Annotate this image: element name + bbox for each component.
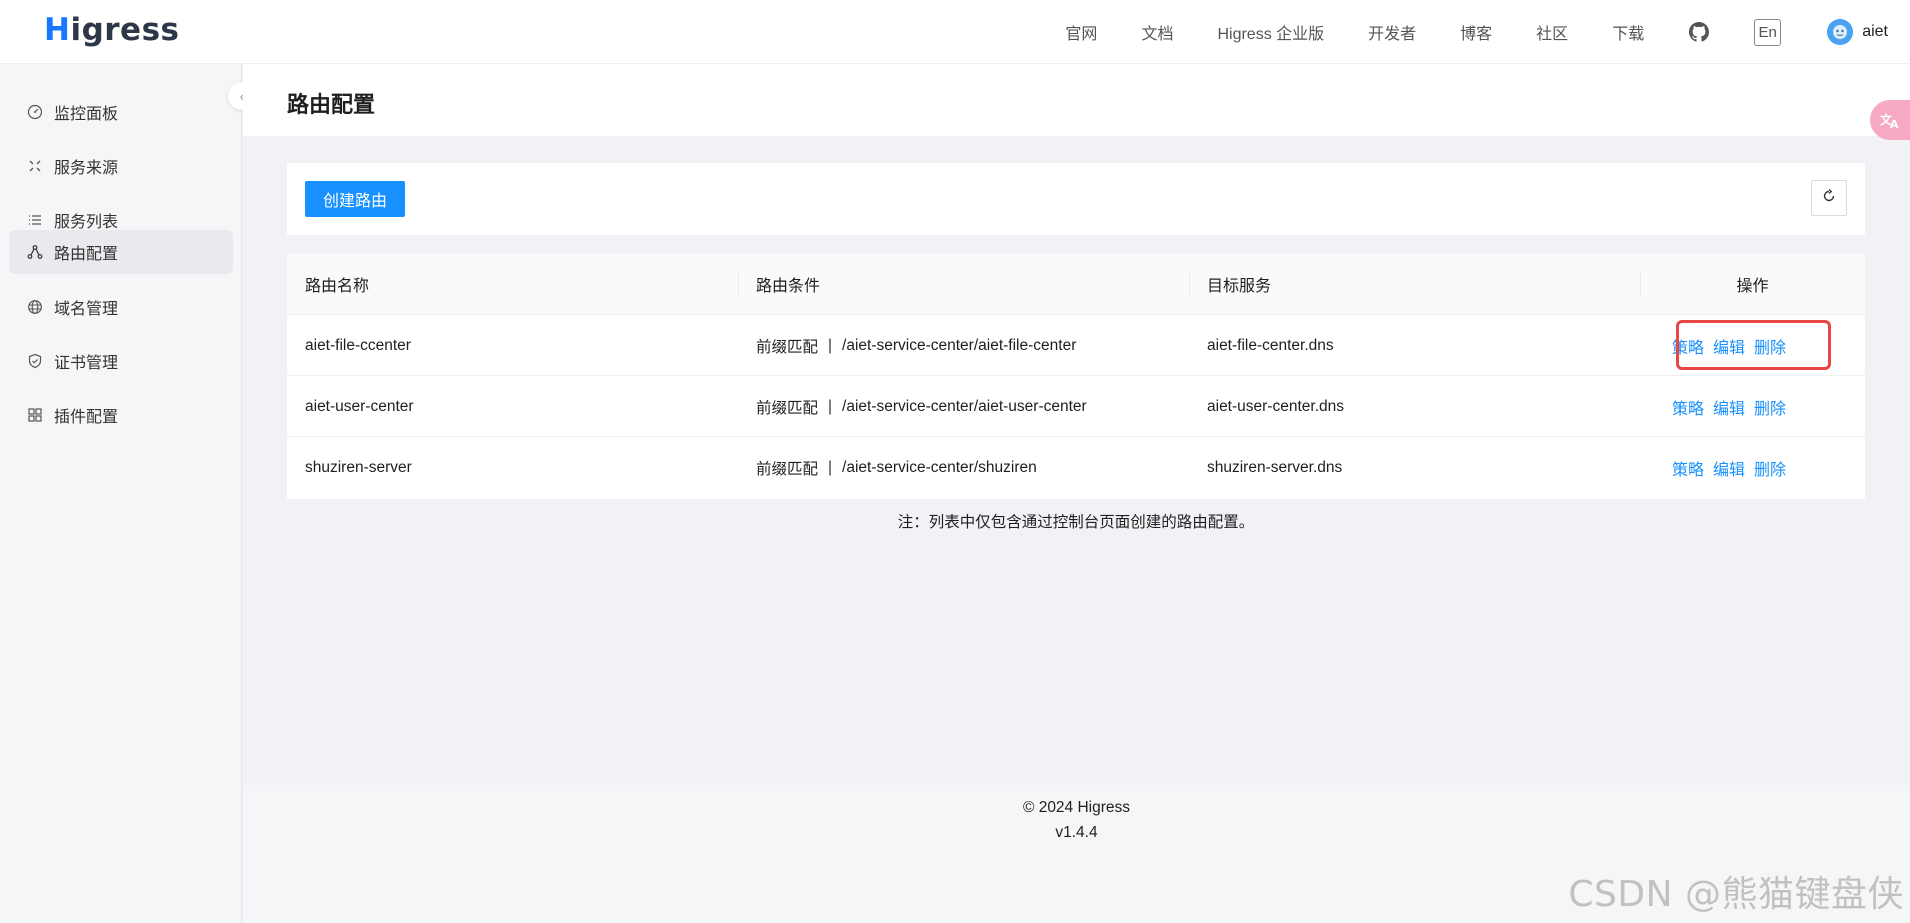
column-header-route-condition: 路由条件 [756,278,821,295]
delete-link[interactable]: 删除 [1754,334,1786,358]
version-text: v1.4.4 [1055,824,1098,841]
nav-developers[interactable]: 开发者 [1368,20,1416,44]
table-header: 路由名称 路由条件 目标服务 操作 [287,253,1865,315]
sidebar-item-domain[interactable]: 域名管理 [9,285,233,329]
nav-docs[interactable]: 文档 [1141,20,1173,44]
policy-link[interactable]: 策略 [1672,395,1704,419]
nav-official-site[interactable]: 官网 [1065,20,1097,44]
sidebar-item-plugin[interactable]: 插件配置 [9,393,233,437]
target-service-cell: shuziren-server.dns [1207,458,1343,476]
row-actions: 策略 编辑 删除 [1672,437,1795,498]
match-path: /aiet-service-center/shuziren [842,458,1037,476]
page-header: 路由配置 [243,64,1910,136]
shield-icon [27,353,43,369]
match-type: 前缀匹配 [756,338,819,356]
table-row: aiet-user-center 前缀匹配 | /aiet-service-cent… [287,376,1865,437]
refresh-icon [1821,188,1837,209]
route-table: 路由名称 路由条件 目标服务 操作 aiet-file-ccenter 前缀匹配… [287,253,1865,499]
route-icon [27,244,43,260]
sidebar-item-dashboard[interactable]: 监控面板 [9,90,233,134]
delete-link[interactable]: 删除 [1754,395,1786,419]
nav-enterprise[interactable]: Higress 企业版 [1217,20,1324,44]
sidebar-item-service-source[interactable]: 服务来源 [9,144,233,188]
list-icon [27,212,43,228]
user-name: aiet [1862,23,1888,40]
condition-separator: | [828,458,833,476]
top-nav: 官网 文档 Higress 企业版 开发者 博客 社区 下载 En aiet [1021,0,1888,64]
column-header-target-service: 目标服务 [1207,278,1272,295]
nav-community[interactable]: 社区 [1536,20,1568,44]
route-condition-cell: 前缀匹配 | /aiet-service-center/aiet-file-cent… [738,315,1076,376]
target-service-cell: aiet-user-center.dns [1207,397,1344,415]
avatar [1827,19,1854,45]
nav-download[interactable]: 下载 [1612,20,1644,44]
route-name-cell: aiet-file-ccenter [305,336,411,354]
route-condition-cell: 前缀匹配 | /aiet-service-center/shuziren [738,437,1037,498]
translate-icon[interactable]: 文A [1870,100,1910,140]
column-header-actions: 操作 [1736,278,1769,295]
table-row: aiet-file-ccenter 前缀匹配 | /aiet-service-cen… [287,315,1865,376]
sidebar-item-label: 插件配置 [54,409,119,426]
higress-logo[interactable]: Higress [44,12,180,48]
create-route-button[interactable]: 创建路由 [305,181,405,217]
route-name-cell: aiet-user-center [305,397,414,415]
sidebar: 监控面板 服务来源 服务列表 路由配置 域名管理 证书管理 插件配置 [0,64,242,923]
row-actions: 策略 编辑 删除 [1672,376,1795,437]
sidebar-item-certificate[interactable]: 证书管理 [9,339,233,383]
policy-link[interactable]: 策略 [1672,456,1704,480]
github-icon[interactable] [1688,21,1710,43]
sidebar-item-route-config[interactable]: 路由配置 [9,230,233,274]
sidebar-item-label: 服务来源 [54,160,119,177]
top-header: Higress 官网 文档 Higress 企业版 开发者 博客 社区 下载 E… [0,0,1910,64]
policy-link[interactable]: 策略 [1672,334,1704,358]
svg-text:A: A [1890,118,1899,131]
user-menu[interactable]: aiet [1827,19,1888,45]
sidebar-item-label: 域名管理 [54,301,119,318]
toolbar: 创建路由 [287,163,1865,235]
language-toggle[interactable]: En [1754,18,1782,46]
delete-link[interactable]: 删除 [1754,456,1786,480]
source-icon [27,158,43,174]
copyright-text: © 2024 Higress [1022,799,1131,816]
match-type: 前缀匹配 [756,460,819,478]
match-path: /aiet-service-center/aiet-file-center [842,336,1077,354]
route-condition-cell: 前缀匹配 | /aiet-service-center/aiet-user-cent… [738,376,1087,437]
csdn-watermark: CSDN @熊猫键盘侠 [1568,874,1904,915]
refresh-button[interactable] [1811,180,1847,216]
edit-link[interactable]: 编辑 [1713,334,1745,358]
dashboard-icon [27,104,43,120]
nav-blog[interactable]: 博客 [1460,20,1492,44]
row-actions: 策略 编辑 删除 [1672,315,1795,376]
column-header-route-name: 路由名称 [305,278,370,295]
route-name-cell: shuziren-server [305,458,412,476]
globe-icon [27,299,43,315]
match-type: 前缀匹配 [756,399,819,417]
edit-link[interactable]: 编辑 [1713,395,1745,419]
table-row: shuziren-server 前缀匹配 | /aiet-service-cente… [287,437,1865,498]
sidebar-item-label: 路由配置 [54,246,119,263]
sidebar-item-label: 证书管理 [54,355,119,372]
edit-link[interactable]: 编辑 [1713,456,1745,480]
sidebar-item-label: 监控面板 [54,106,119,123]
match-path: /aiet-service-center/aiet-user-center [842,397,1087,415]
target-service-cell: aiet-file-center.dns [1207,336,1334,354]
sidebar-item-label: 服务列表 [54,214,119,231]
condition-separator: | [828,397,833,415]
table-note: 注：列表中仅包含通过控制台页面创建的路由配置。 [897,514,1255,531]
plugin-icon [27,407,43,423]
condition-separator: | [828,336,833,354]
page-title: 路由配置 [287,92,376,117]
